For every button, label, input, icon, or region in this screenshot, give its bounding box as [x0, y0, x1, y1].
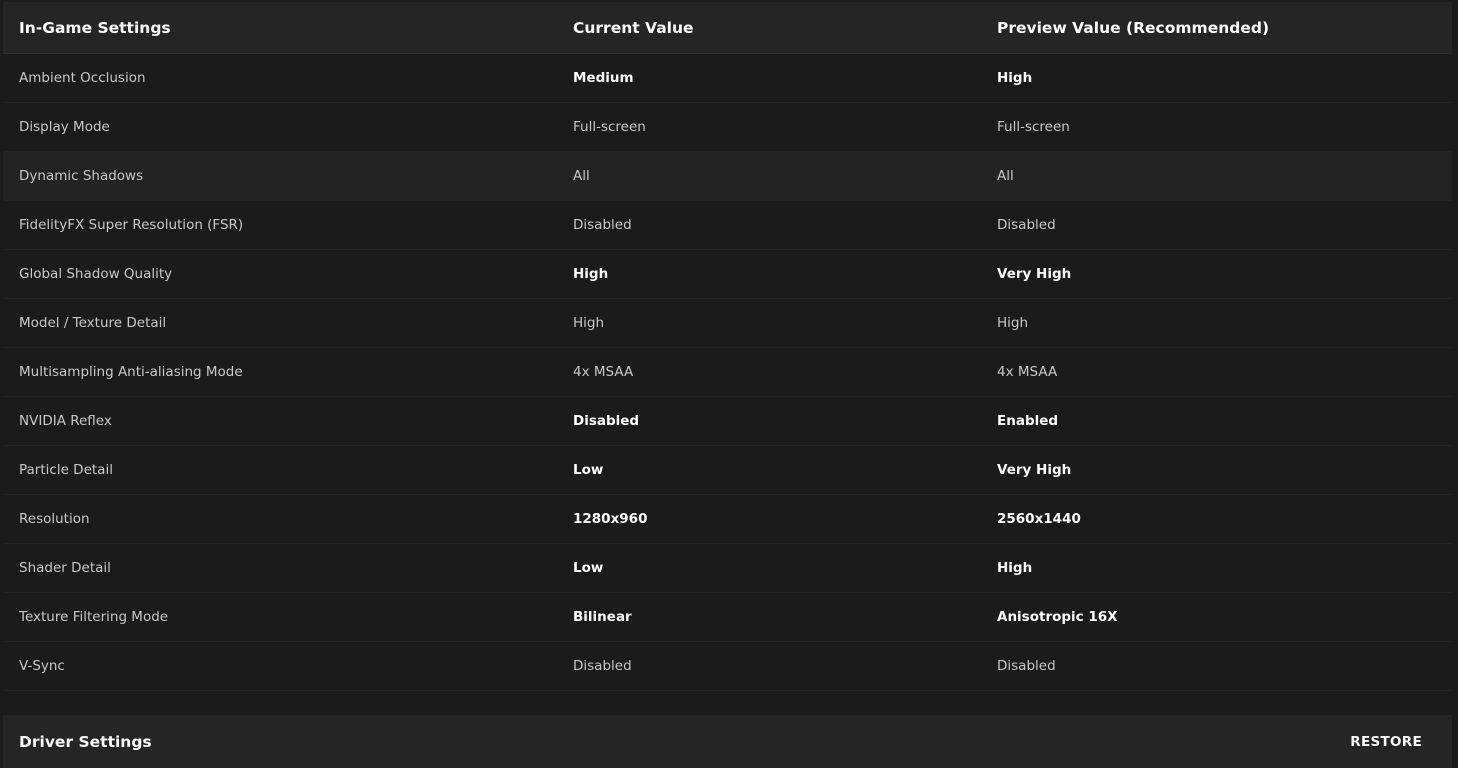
header-current-value: Current Value [573, 18, 694, 37]
preview-value: Anisotropic 16X [997, 609, 1118, 625]
setting-name: Texture Filtering Mode [19, 609, 169, 625]
current-value: High [573, 266, 609, 282]
preview-value: High [997, 70, 1033, 86]
driver-settings-title: Driver Settings [19, 732, 152, 751]
preview-value: Disabled [997, 217, 1056, 233]
table-row[interactable]: NVIDIA Reflex Disabled Enabled [3, 397, 1452, 446]
preview-value: All [997, 168, 1014, 184]
setting-name: FidelityFX Super Resolution (FSR) [19, 217, 244, 233]
current-value: High [573, 315, 605, 331]
preview-value: Disabled [997, 658, 1056, 674]
table-row[interactable]: Global Shadow Quality High Very High [3, 250, 1452, 299]
current-value: Disabled [573, 217, 632, 233]
current-value: Disabled [573, 658, 632, 674]
preview-value: High [997, 560, 1033, 576]
current-value: Low [573, 560, 604, 576]
table-row[interactable]: Particle Detail Low Very High [3, 446, 1452, 495]
preview-value: Enabled [997, 413, 1059, 429]
preview-value: 2560x1440 [997, 511, 1081, 527]
setting-name: Ambient Occlusion [19, 70, 146, 86]
header-setting: In-Game Settings [19, 18, 171, 37]
setting-name: Resolution [19, 511, 90, 527]
current-value: Bilinear [573, 609, 632, 625]
table-row[interactable]: Ambient Occlusion Medium High [3, 54, 1452, 103]
table-row[interactable]: Model / Texture Detail High High [3, 299, 1452, 348]
table-row[interactable]: Resolution 1280x960 2560x1440 [3, 495, 1452, 544]
current-value: 1280x960 [573, 511, 648, 527]
driver-settings-header[interactable]: Driver Settings RESTORE [3, 715, 1452, 768]
table-row[interactable]: Multisampling Anti-aliasing Mode 4x MSAA… [3, 348, 1452, 397]
setting-name: Dynamic Shadows [19, 168, 144, 184]
preview-value: High [997, 315, 1029, 331]
setting-name: Multisampling Anti-aliasing Mode [19, 364, 243, 380]
preview-value: 4x MSAA [997, 364, 1058, 380]
table-header: In-Game Settings Current Value Preview V… [3, 2, 1452, 54]
current-value: Full-screen [573, 119, 646, 135]
preview-value: Very High [997, 266, 1072, 282]
setting-name: Global Shadow Quality [19, 266, 173, 282]
setting-name: Model / Texture Detail [19, 315, 167, 331]
current-value: Low [573, 462, 604, 478]
setting-name: Shader Detail [19, 560, 111, 576]
restore-button[interactable]: RESTORE [1350, 715, 1422, 768]
current-value: 4x MSAA [573, 364, 634, 380]
current-value: Disabled [573, 413, 640, 429]
table-row[interactable]: Display Mode Full-screen Full-screen [3, 103, 1452, 152]
table-row[interactable]: FidelityFX Super Resolution (FSR) Disabl… [3, 201, 1452, 250]
current-value: Medium [573, 70, 634, 86]
current-value: All [573, 168, 590, 184]
setting-name: NVIDIA Reflex [19, 413, 112, 429]
table-row[interactable]: Dynamic Shadows All All [3, 152, 1452, 201]
setting-name: Particle Detail [19, 462, 113, 478]
preview-value: Very High [997, 462, 1072, 478]
table-row[interactable]: Shader Detail Low High [3, 544, 1452, 593]
ingame-settings-table: In-Game Settings Current Value Preview V… [3, 2, 1452, 691]
setting-name: V-Sync [19, 658, 65, 674]
table-row[interactable]: Texture Filtering Mode Bilinear Anisotro… [3, 593, 1452, 642]
preview-value: Full-screen [997, 119, 1070, 135]
setting-name: Display Mode [19, 119, 110, 135]
table-row[interactable]: V-Sync Disabled Disabled [3, 642, 1452, 691]
header-preview-value: Preview Value (Recommended) [997, 18, 1270, 37]
